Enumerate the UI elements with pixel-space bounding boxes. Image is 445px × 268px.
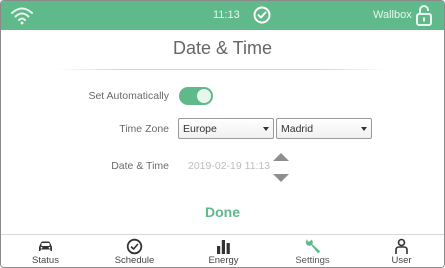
nav-item-status[interactable]: Status [1, 235, 90, 267]
nav-item-energy[interactable]: Energy [179, 235, 268, 267]
time-zone-label: Time Zone [119, 123, 169, 135]
set-automatically-toggle[interactable] [179, 87, 213, 105]
nav-label-settings: Settings [295, 255, 330, 266]
app-frame: 11:13 Wallbox Date & Time Set Automatica… [0, 0, 445, 268]
wrench-icon [305, 239, 320, 253]
user-icon [395, 238, 408, 254]
lock-icon[interactable] [415, 4, 433, 26]
check-circle-icon [253, 6, 271, 24]
date-time-label: Date & Time [111, 160, 169, 172]
bottom-nav: Status Schedule Energy Settings User [1, 234, 444, 267]
nav-label-energy: Energy [208, 255, 239, 266]
region-value: Europe [183, 123, 217, 135]
toggle-knob [197, 89, 211, 103]
title-divider [56, 69, 386, 70]
car-icon [39, 241, 52, 251]
nav-label-schedule: Schedule [114, 255, 155, 266]
date-time-value: 2019-02-19 11:13 [188, 160, 271, 172]
nav-item-settings[interactable]: Settings [268, 235, 357, 267]
done-button[interactable]: Done [1, 204, 444, 220]
nav-item-schedule[interactable]: Schedule [90, 235, 179, 267]
nav-label-status: Status [32, 255, 59, 266]
clock-icon [126, 238, 143, 255]
city-value: Madrid [281, 123, 314, 135]
chevron-down-icon [361, 127, 367, 131]
bar-chart-icon [217, 240, 230, 254]
nav-item-user[interactable]: User [357, 235, 444, 267]
chevron-down-icon [263, 127, 269, 131]
page-title: Date & Time [172, 38, 273, 58]
set-automatically-label: Set Automatically [88, 90, 169, 102]
wifi-icon [11, 7, 33, 25]
decrement-arrow-icon[interactable] [273, 174, 289, 182]
status-bar: 11:13 Wallbox [1, 1, 444, 30]
increment-arrow-icon[interactable] [273, 153, 289, 161]
device-name: Wallbox [373, 9, 412, 21]
nav-label-user: User [391, 255, 412, 266]
status-time: 11:13 [213, 9, 240, 21]
time-zone-city-select[interactable]: Madrid [276, 118, 372, 139]
time-zone-region-select[interactable]: Europe [178, 118, 274, 139]
